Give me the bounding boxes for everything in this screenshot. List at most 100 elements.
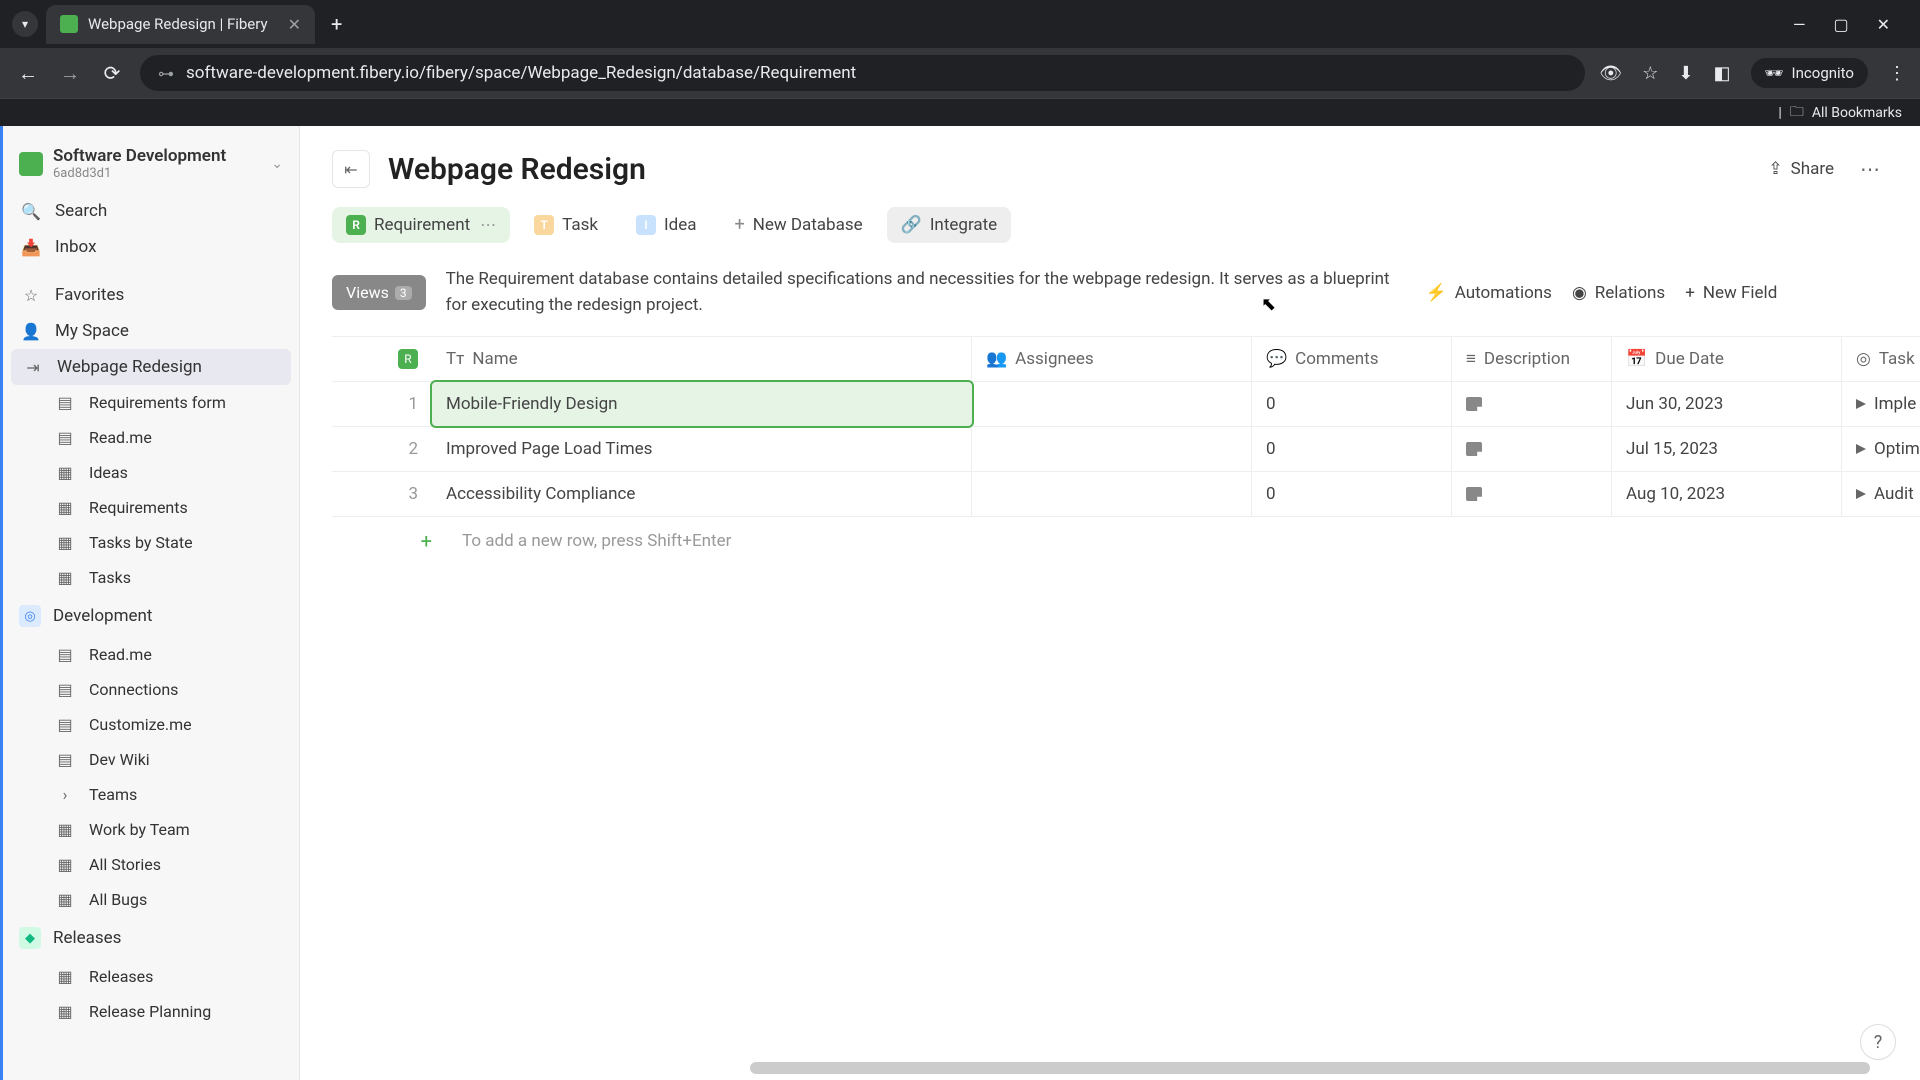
eye-off-icon[interactable]: 👁	[1599, 63, 1622, 84]
sidebar-item-tasks[interactable]: ▦Tasks	[3, 560, 299, 595]
table-row[interactable]: 2 Improved Page Load Times 0 Jul 15, 202…	[332, 427, 1920, 472]
sidebar-item-requirements-form[interactable]: ▤Requirements form	[3, 385, 299, 420]
db-tab-task[interactable]: T Task	[520, 207, 612, 243]
sidebar-space-webpage-redesign[interactable]: ⇥Webpage Redesign	[11, 349, 291, 385]
close-icon[interactable]: ✕	[288, 15, 301, 34]
new-field-button[interactable]: +New Field	[1685, 283, 1777, 303]
integrate-button[interactable]: 🔗 Integrate	[887, 207, 1012, 243]
incognito-badge[interactable]: 🕶 Incognito	[1751, 58, 1869, 88]
table: R TтName 👥Assignees 💬Comments ≡Descripti…	[332, 336, 1920, 565]
star-icon: ☆	[21, 286, 41, 305]
sidebar-item-customize[interactable]: ▤Customize.me	[3, 707, 299, 742]
reload-icon[interactable]: ⟳	[98, 61, 126, 85]
note-icon	[1466, 397, 1482, 411]
sidebar-item-readme[interactable]: ▤Read.me	[3, 420, 299, 455]
sidebar-item-dev-wiki[interactable]: ▤Dev Wiki	[3, 742, 299, 777]
sidebar-item-all-bugs[interactable]: ▦All Bugs	[3, 882, 299, 917]
column-comments[interactable]: 💬Comments	[1252, 337, 1452, 381]
browser-tab[interactable]: Webpage Redesign | Fibery ✕	[46, 5, 315, 44]
workspace-switcher[interactable]: Software Development 6ad8d3d1 ⌄	[3, 138, 299, 193]
page-title: Webpage Redesign	[388, 152, 1750, 187]
sidebar-item-work-by-team[interactable]: ▦Work by Team	[3, 812, 299, 847]
new-database-button[interactable]: + New Database	[720, 206, 876, 243]
cell-comments[interactable]: 0	[1252, 472, 1452, 516]
sidepanel-icon[interactable]: ◧	[1713, 63, 1730, 84]
sidebar-space-releases[interactable]: ◆Releases	[3, 917, 299, 959]
db-tab-idea[interactable]: I Idea	[622, 207, 710, 243]
cell-assignees[interactable]	[972, 382, 1252, 426]
sidebar-item-connections[interactable]: ▤Connections	[3, 672, 299, 707]
menu-icon[interactable]: ⋮	[1888, 63, 1906, 84]
url-text: software-development.fibery.io/fibery/sp…	[186, 63, 856, 83]
cell-description[interactable]	[1452, 472, 1612, 516]
minimize-icon[interactable]: ―	[1793, 15, 1806, 34]
maximize-icon[interactable]: ▢	[1833, 15, 1848, 34]
bookmark-icon[interactable]: ☆	[1642, 63, 1658, 84]
column-assignees[interactable]: 👥Assignees	[972, 337, 1252, 381]
sidebar-item-ideas[interactable]: ▦Ideas	[3, 455, 299, 490]
all-bookmarks[interactable]: All Bookmarks	[1812, 105, 1902, 121]
new-tab-button[interactable]: +	[323, 12, 350, 36]
sidebar-favorites[interactable]: ☆Favorites	[3, 277, 299, 313]
column-name[interactable]: TтName	[432, 337, 972, 381]
forward-icon[interactable]: →	[56, 61, 84, 86]
more-icon[interactable]: ⋯	[1852, 157, 1888, 181]
collapse-sidebar-button[interactable]: ⇤	[332, 150, 370, 188]
cell-due[interactable]: Aug 10, 2023	[1612, 472, 1842, 516]
link-icon: 🔗	[901, 215, 922, 235]
cell-description[interactable]	[1452, 382, 1612, 426]
sidebar-space-development[interactable]: ◎Development	[3, 595, 299, 637]
calendar-icon: 📅	[1626, 349, 1647, 369]
cell-assignees[interactable]	[972, 427, 1252, 471]
table-row[interactable]: 1 Mobile-Friendly Design 0 Jun 30, 2023 …	[332, 382, 1920, 427]
sidebar-item-requirements[interactable]: ▦Requirements	[3, 490, 299, 525]
sidebar-item-releases[interactable]: ▦Releases	[3, 959, 299, 994]
cell-task[interactable]: Imple	[1842, 382, 1920, 426]
back-icon[interactable]: ←	[14, 61, 42, 86]
cell-comments[interactable]: 0	[1252, 382, 1452, 426]
main-content: ⇤ Webpage Redesign ⇪Share ⋯ R Requiremen…	[300, 126, 1920, 1080]
cell-assignees[interactable]	[972, 472, 1252, 516]
cell-name[interactable]: Accessibility Compliance	[432, 472, 972, 516]
cell-comments[interactable]: 0	[1252, 427, 1452, 471]
cell-due[interactable]: Jul 15, 2023	[1612, 427, 1842, 471]
cell-due[interactable]: Jun 30, 2023	[1612, 382, 1842, 426]
views-button[interactable]: Views 3	[332, 275, 426, 310]
cell-name[interactable]: Improved Page Load Times	[432, 427, 972, 471]
download-icon[interactable]: ⬇	[1678, 63, 1693, 84]
sidebar-item-all-stories[interactable]: ▦All Stories	[3, 847, 299, 882]
share-button[interactable]: ⇪Share	[1768, 159, 1834, 179]
help-button[interactable]: ?	[1860, 1024, 1896, 1060]
column-due-date[interactable]: 📅Due Date	[1612, 337, 1842, 381]
sidebar-item-release-planning[interactable]: ▦Release Planning	[3, 994, 299, 1029]
sidebar-search[interactable]: 🔍Search	[3, 193, 299, 229]
tab-search-icon[interactable]: ▾	[12, 11, 38, 37]
site-info-icon[interactable]: ⊶	[158, 64, 174, 83]
relations-button[interactable]: ◉Relations	[1572, 283, 1665, 303]
sidebar-item-tasks-by-state[interactable]: ▦Tasks by State	[3, 525, 299, 560]
tab-more-icon[interactable]: ⋯	[480, 215, 496, 234]
db-tab-requirement[interactable]: R Requirement ⋯	[332, 207, 510, 243]
horizontal-scrollbar[interactable]	[750, 1062, 1870, 1074]
sidebar-item-dev-readme[interactable]: ▤Read.me	[3, 637, 299, 672]
sidebar-myspace[interactable]: 👤My Space	[3, 313, 299, 349]
workspace-icon	[19, 152, 43, 176]
workspace-id: 6ad8d3d1	[53, 166, 261, 181]
cell-name[interactable]: Mobile-Friendly Design	[432, 382, 972, 426]
page-header: ⇤ Webpage Redesign ⇪Share ⋯	[300, 126, 1920, 206]
url-bar[interactable]: ⊶ software-development.fibery.io/fibery/…	[140, 55, 1585, 91]
add-row[interactable]: + To add a new row, press Shift+Enter	[332, 517, 1920, 565]
flag-icon	[1856, 489, 1866, 499]
idea-badge-icon: I	[636, 215, 656, 235]
cell-task[interactable]: Optim	[1842, 427, 1920, 471]
close-window-icon[interactable]: ✕	[1877, 15, 1890, 34]
sidebar-inbox[interactable]: 📥Inbox	[3, 229, 299, 265]
cell-task[interactable]: Audit	[1842, 472, 1920, 516]
automations-button[interactable]: ⚡Automations	[1426, 283, 1552, 303]
column-description[interactable]: ≡Description	[1452, 337, 1612, 381]
sidebar-item-teams[interactable]: ›Teams	[3, 777, 299, 812]
table-row[interactable]: 3 Accessibility Compliance 0 Aug 10, 202…	[332, 472, 1920, 517]
plus-icon: +	[734, 214, 744, 235]
column-task[interactable]: ◎Task	[1842, 337, 1920, 381]
cell-description[interactable]	[1452, 427, 1612, 471]
